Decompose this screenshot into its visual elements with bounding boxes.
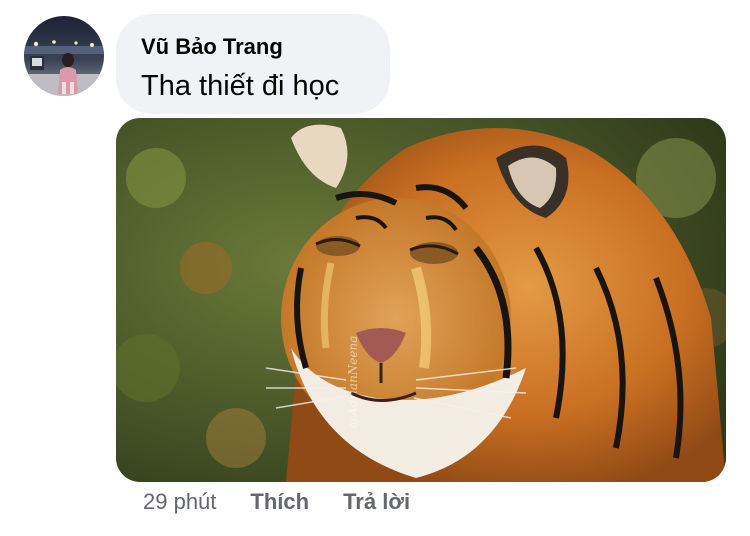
comment-timestamp[interactable]: 29 phút — [143, 489, 216, 515]
comment-author-name[interactable]: Vũ Bảo Trang — [141, 33, 366, 61]
comment-thread: Vũ Bảo Trang Tha thiết đi học @AdrianNee… — [0, 0, 750, 536]
like-button[interactable]: Thích — [250, 489, 309, 515]
photo-watermark: @AdrianNeena — [346, 335, 360, 428]
avatar[interactable] — [24, 16, 104, 96]
comment-actions: 29 phút Thích Trả lời — [143, 484, 410, 520]
comment-photo-attachment[interactable]: @AdrianNeena — [116, 118, 726, 482]
comment-text: Tha thiết đi học — [141, 70, 340, 102]
reply-button[interactable]: Trả lời — [343, 489, 410, 515]
comment-bubble: Vũ Bảo Trang Tha thiết đi học — [116, 14, 390, 114]
